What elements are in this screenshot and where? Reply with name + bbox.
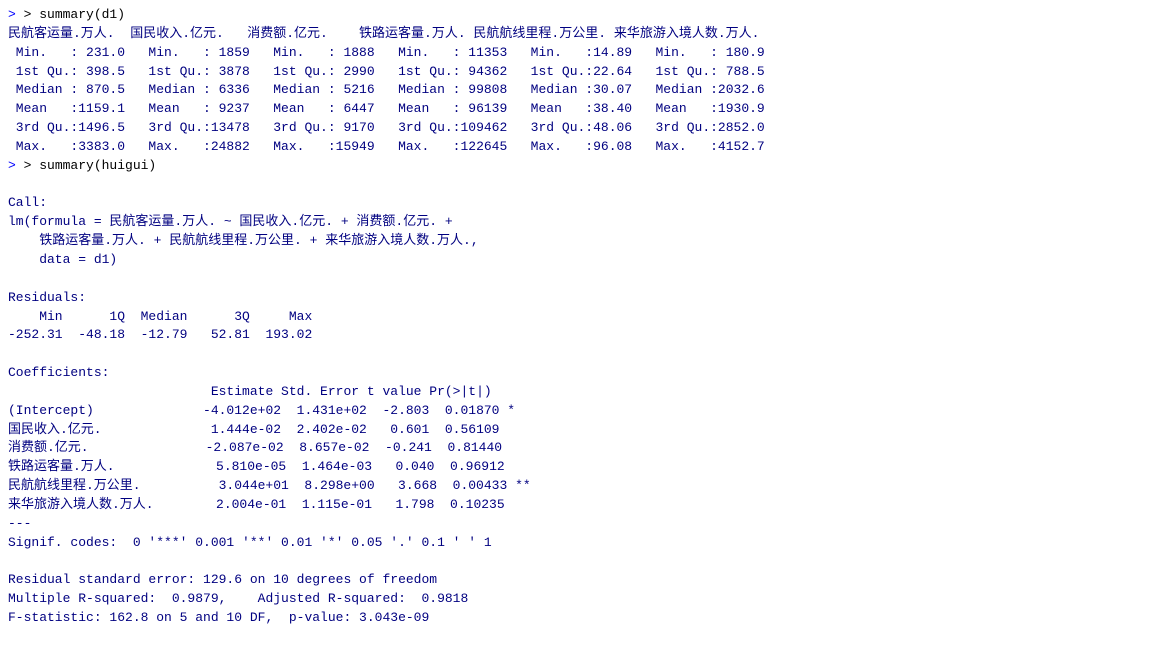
blank-3 — [8, 345, 1160, 364]
r-squared: Multiple R-squared: 0.9879, Adjusted R-s… — [8, 590, 1160, 609]
output-3rdqu: 3rd Qu.:1496.5 3rd Qu.:13478 3rd Qu.: 91… — [8, 119, 1160, 138]
coeff-intercept: (Intercept) -4.012e+02 1.431e+02 -2.803 … — [8, 402, 1160, 421]
residual-std-error: Residual standard error: 129.6 on 10 deg… — [8, 571, 1160, 590]
coeff-guomin: 国民收入.亿元. 1.444e-02 2.402e-02 0.601 0.561… — [8, 421, 1160, 440]
lm-formula-2: 铁路运客量.万人. + 民航航线里程.万公里. + 来华旅游入境人数.万人., — [8, 232, 1160, 251]
output-min: Min. : 231.0 Min. : 1859 Min. : 1888 Min… — [8, 44, 1160, 63]
lm-formula-1: lm(formula = 民航客运量.万人. ~ 国民收入.亿元. + 消费额.… — [8, 213, 1160, 232]
signif-codes: Signif. codes: 0 '***' 0.001 '**' 0.01 '… — [8, 534, 1160, 553]
dashes: --- — [8, 515, 1160, 534]
f-statistic: F-statistic: 162.8 on 5 and 10 DF, p-val… — [8, 609, 1160, 628]
coeff-header: Estimate Std. Error t value Pr(>|t|) — [8, 383, 1160, 402]
r-console: > > summary(d1) 民航客运量.万人. 国民收入.亿元. 消费额.亿… — [0, 0, 1168, 672]
summary-d1-prompt: > > summary(d1) — [8, 6, 1160, 25]
coeff-laizhua: 来华旅游入境人数.万人. 2.004e-01 1.115e-01 1.798 0… — [8, 496, 1160, 515]
blank-2 — [8, 270, 1160, 289]
summary-huigui-prompt: > > summary(huigui) — [8, 157, 1160, 176]
prompt-symbol-2: > — [8, 158, 24, 173]
output-header: 民航客运量.万人. 国民收入.亿元. 消费额.亿元. 铁路运客量.万人. 民航航… — [8, 25, 1160, 44]
output-1stqu: 1st Qu.: 398.5 1st Qu.: 3878 1st Qu.: 29… — [8, 63, 1160, 82]
output-max: Max. :3383.0 Max. :24882 Max. :15949 Max… — [8, 138, 1160, 157]
residuals-header: Min 1Q Median 3Q Max — [8, 308, 1160, 327]
call-label: Call: — [8, 194, 1160, 213]
prompt-symbol: > — [8, 7, 24, 22]
lm-formula-3: data = d1) — [8, 251, 1160, 270]
residuals-values: -252.31 -48.18 -12.79 52.81 193.02 — [8, 326, 1160, 345]
coeff-tielu: 铁路运客量.万人. 5.810e-05 1.464e-03 0.040 0.96… — [8, 458, 1160, 477]
residuals-label: Residuals: — [8, 289, 1160, 308]
coeff-minhang: 民航航线里程.万公里. 3.044e+01 8.298e+00 3.668 0.… — [8, 477, 1160, 496]
coefficients-label: Coefficients: — [8, 364, 1160, 383]
output-mean: Mean :1159.1 Mean : 9237 Mean : 6447 Mea… — [8, 100, 1160, 119]
blank-4 — [8, 552, 1160, 571]
output-median: Median : 870.5 Median : 6336 Median : 52… — [8, 81, 1160, 100]
blank-1 — [8, 176, 1160, 195]
prompt-command-2: > summary(huigui) — [24, 158, 157, 173]
prompt-command: > summary(d1) — [24, 7, 125, 22]
coeff-xiaofe: 消费额.亿元. -2.087e-02 8.657e-02 -0.241 0.81… — [8, 439, 1160, 458]
